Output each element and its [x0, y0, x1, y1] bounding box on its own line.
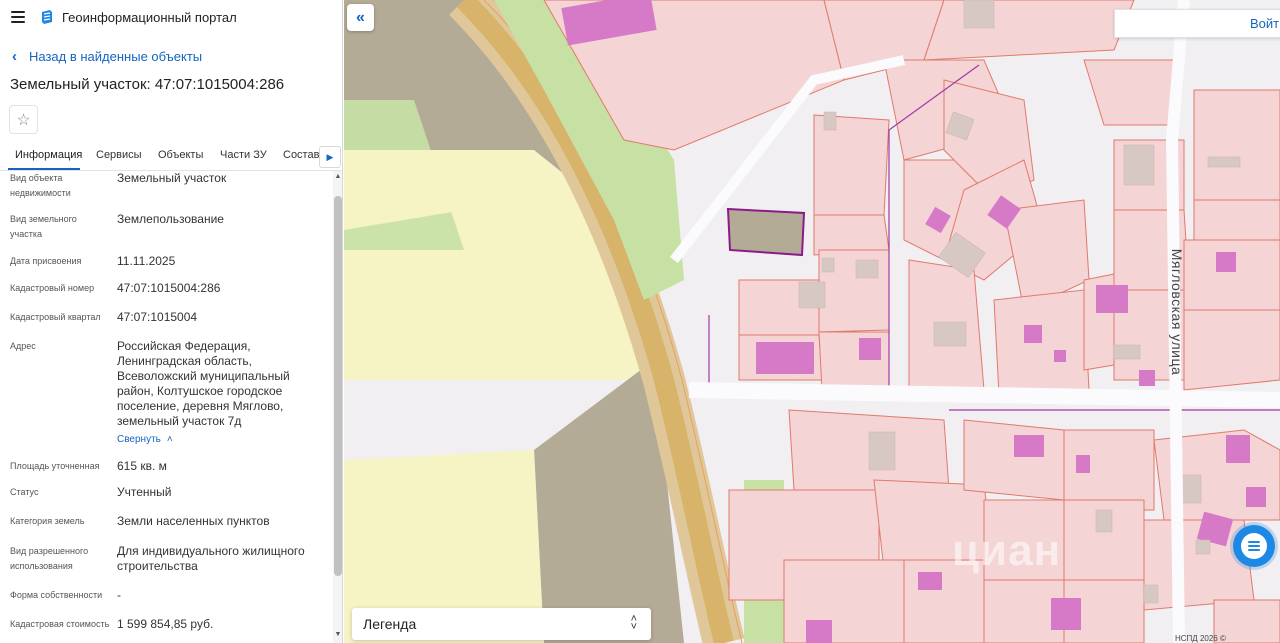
- object-title: Земельный участок: 47:07:1015004:286: [10, 76, 285, 93]
- chevron-updown-icon: ˄ ˅: [630, 613, 637, 633]
- portal-logo-icon: [42, 10, 52, 24]
- double-chevron-left-icon: «: [356, 8, 365, 26]
- street-label: Мягловская улица: [1169, 248, 1185, 376]
- tab-information[interactable]: Информация: [15, 149, 82, 161]
- hamburger-menu-icon[interactable]: [11, 11, 25, 23]
- info-label: Адрес: [10, 341, 36, 351]
- info-label: Форма собственности: [10, 590, 103, 600]
- collapse-link-label: Свернуть: [117, 434, 161, 445]
- back-to-results-link[interactable]: ‹ Назад в найденные объекты: [12, 48, 202, 65]
- info-label: Вид земельного участка: [10, 214, 77, 239]
- info-value: Земли населенных пунктов: [117, 514, 270, 528]
- info-list: Вид объекта недвижимости Земельный участ…: [0, 171, 333, 643]
- info-value: 47:07:1015004: [117, 310, 198, 324]
- info-value: Учтенный: [117, 485, 172, 499]
- selected-parcel[interactable]: [726, 207, 806, 257]
- info-value: -: [117, 588, 121, 602]
- map-copyright: НСПД 2026 ©: [1175, 634, 1226, 643]
- star-icon: ☆: [16, 111, 31, 129]
- info-value: Для индивидуального жилищного строительс…: [117, 544, 305, 573]
- chevron-left-icon: ‹: [12, 48, 17, 65]
- login-button[interactable]: Войти: [1250, 16, 1280, 31]
- info-label: Дата присвоения: [10, 256, 82, 266]
- info-label: Кадастровый номер: [10, 283, 95, 293]
- legend-label: Легенда: [363, 616, 417, 632]
- map-canvas[interactable]: Мягловская улица циан: [344, 0, 1280, 643]
- street: [688, 382, 1280, 408]
- favorite-button[interactable]: ☆: [9, 105, 38, 134]
- scroll-up-arrow-icon[interactable]: ▲: [333, 172, 342, 182]
- portal-title: Геоинформационный портал: [62, 10, 237, 25]
- info-value: 47:07:1015004:286: [117, 281, 221, 295]
- collapse-panel-button[interactable]: «: [347, 4, 374, 31]
- back-link-label: Назад в найденные объекты: [29, 49, 203, 64]
- info-label: Кадастровая стоимость: [10, 619, 110, 629]
- tab-services[interactable]: Сервисы: [96, 149, 142, 161]
- tab-objects[interactable]: Объекты: [158, 149, 203, 161]
- info-value: Землепользование: [117, 212, 224, 226]
- info-value: Российская Федерация, Ленинградская обла…: [117, 339, 290, 428]
- info-value: 11.11.2025: [117, 254, 176, 268]
- chat-icon: [1241, 533, 1267, 559]
- map-layer: [344, 0, 1280, 643]
- info-label: Площадь уточненная: [10, 461, 100, 471]
- info-label: Категория земель: [10, 516, 85, 526]
- scroll-down-arrow-icon[interactable]: ▼: [333, 630, 342, 640]
- tab-parcel-parts[interactable]: Части ЗУ: [220, 149, 267, 161]
- tabs-scroll-right-button[interactable]: ▶: [319, 146, 341, 168]
- info-panel: Геоинформационный портал ‹ Назад в найде…: [0, 0, 343, 643]
- collapse-address-link[interactable]: Свернуть ˄: [117, 434, 173, 445]
- info-value: 615 кв. м: [117, 459, 167, 473]
- info-value: 1 599 854,85 руб.: [117, 617, 214, 631]
- chevron-right-icon: ▶: [326, 151, 334, 162]
- legend-dropdown[interactable]: Легенда ˄ ˅: [352, 608, 651, 640]
- chevron-up-icon: ˄: [166, 434, 173, 445]
- info-value: Земельный участок: [117, 171, 227, 185]
- watermark: циан: [952, 526, 1062, 575]
- info-label: Вид разрешенного использования: [10, 546, 89, 571]
- info-label: Вид объекта недвижимости: [10, 173, 71, 198]
- tab-bar: Информация Сервисы Объекты Части ЗУ Сост…: [0, 142, 342, 171]
- info-label: Кадастровый квартал: [10, 312, 101, 322]
- panel-header: Геоинформационный портал: [0, 0, 342, 36]
- tab-composition[interactable]: Состав: [283, 149, 319, 161]
- info-label: Статус: [10, 487, 39, 497]
- scrollbar-thumb[interactable]: [334, 196, 342, 576]
- chat-button[interactable]: [1233, 525, 1275, 567]
